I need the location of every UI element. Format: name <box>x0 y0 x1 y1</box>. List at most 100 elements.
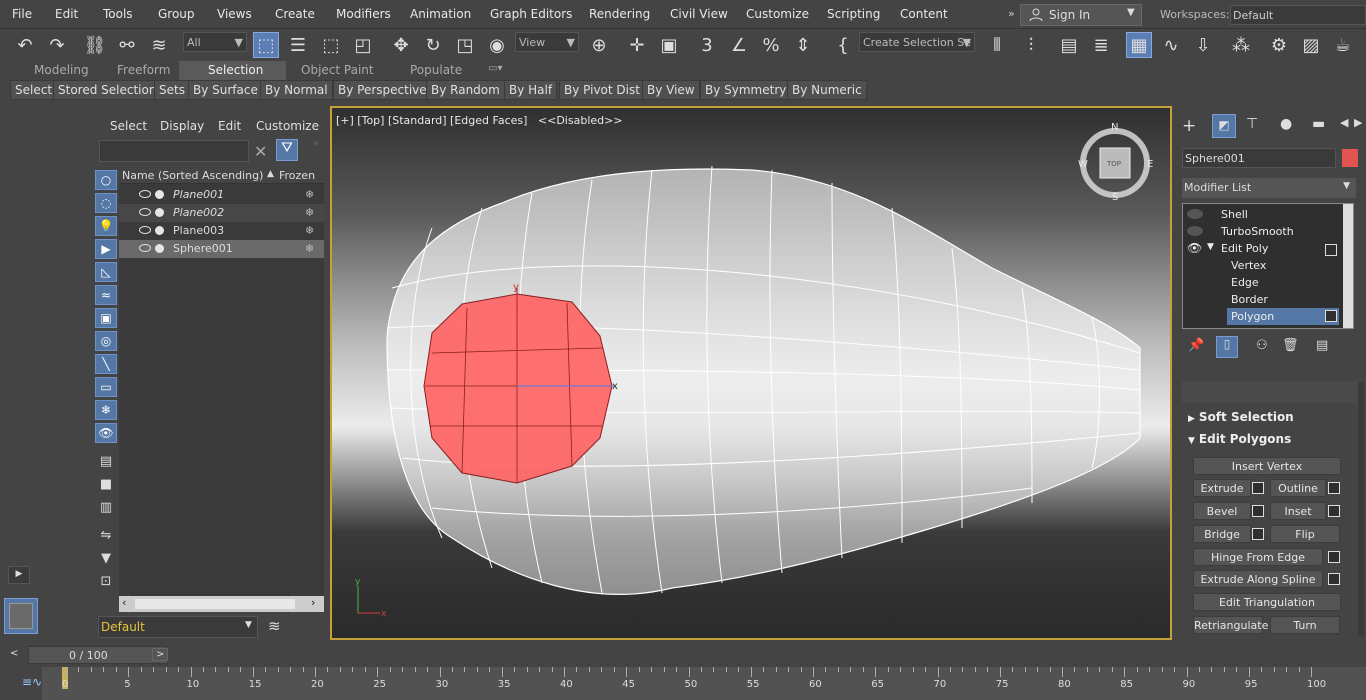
bind-space-warp-icon[interactable]: ≋ <box>146 32 172 58</box>
freeze-icon[interactable]: ❄ <box>305 188 314 201</box>
horizontal-scrollbar[interactable]: ‹ › <box>119 596 324 612</box>
viewport-layout-icon[interactable] <box>4 598 38 634</box>
rect-selection-icon[interactable]: ⬚ <box>318 32 344 58</box>
menu-animation[interactable]: Animation <box>410 7 471 21</box>
panel-scroll-right-icon[interactable]: ▶ <box>1354 116 1362 129</box>
sync-selection-icon[interactable]: ⇋ <box>95 525 117 545</box>
display-tab-icon[interactable]: ▬ <box>1312 116 1325 132</box>
render-frame-icon[interactable]: ▨ <box>1298 32 1324 58</box>
display-bones-icon[interactable]: ╲ <box>95 354 117 374</box>
visibility-eye-icon[interactable] <box>139 226 151 234</box>
select-object-icon[interactable]: ⬚ <box>253 32 279 58</box>
curve-editor-icon[interactable]: ∿ <box>1158 32 1184 58</box>
hinge-settings-icon[interactable] <box>1328 551 1340 563</box>
scrollbar-thumb[interactable] <box>135 599 295 609</box>
object-name-field[interactable]: Sphere001 <box>1182 148 1336 168</box>
menu-graph-editors[interactable]: Graph Editors <box>490 7 572 21</box>
layer-dropdown[interactable]: Default <box>98 616 258 638</box>
viewport-top[interactable]: y x TOP N S E W y x [+] [Top] [Standard]… <box>330 106 1172 640</box>
filter-funnel-icon[interactable]: ▼ <box>95 548 117 568</box>
extrude-button[interactable]: Extrude <box>1193 479 1251 497</box>
bevel-button[interactable]: Bevel <box>1193 502 1251 520</box>
panel-scroll-left-icon[interactable]: ◀ <box>1340 116 1348 129</box>
stack-item-polygon[interactable]: Polygon <box>1231 310 1274 323</box>
stack-item-edit-poly[interactable]: Edit Poly <box>1221 242 1268 255</box>
scene-tab-customize[interactable]: Customize <box>256 119 319 133</box>
stack-item-shell[interactable]: Shell <box>1221 208 1248 221</box>
scene-row-sphere001[interactable]: Sphere001 ❄ <box>119 240 324 258</box>
curve-editor-mini-icon[interactable]: ≡∿ <box>22 675 42 689</box>
scene-tab-display[interactable]: Display <box>160 119 204 133</box>
render-dot-icon[interactable] <box>155 190 164 199</box>
column-name-header[interactable]: Name (Sorted Ascending) <box>122 169 263 182</box>
display-none-icon[interactable]: ■ <box>95 474 117 494</box>
panel-collapse-icon[interactable]: » <box>313 138 319 149</box>
tab-modeling[interactable]: Modeling <box>34 63 89 77</box>
move-icon[interactable]: ✥ <box>388 32 414 58</box>
scale-icon[interactable]: ◳ <box>452 32 478 58</box>
display-containers-icon[interactable]: ▭ <box>95 377 117 397</box>
unlink-icon[interactable]: ⚯ <box>114 32 140 58</box>
freeze-icon[interactable]: ❄ <box>305 206 314 219</box>
render-dot-icon[interactable] <box>155 226 164 235</box>
time-slider-right-icon[interactable]: > <box>152 648 169 661</box>
expand-triangle-icon[interactable]: ▼ <box>1207 242 1214 252</box>
inset-settings-icon[interactable] <box>1328 505 1340 517</box>
layer-explorer-icon[interactable]: ≣ <box>1088 32 1114 58</box>
clear-search-icon[interactable]: ✕ <box>254 142 267 161</box>
snaps-toggle-icon[interactable]: 3 <box>694 32 720 58</box>
undo-icon[interactable]: ↶ <box>12 32 38 58</box>
scene-tab-edit[interactable]: Edit <box>218 119 241 133</box>
menu-content[interactable]: Content <box>900 7 948 21</box>
inset-button[interactable]: Inset <box>1270 502 1326 520</box>
schematic-view-icon[interactable]: ⁂ <box>1228 32 1254 58</box>
display-hidden-icon[interactable]: 👁 <box>95 423 117 443</box>
select-manipulate-icon[interactable]: ✛ <box>624 32 650 58</box>
select-by-name-icon[interactable]: ☰ <box>285 32 311 58</box>
menu-rendering[interactable]: Rendering <box>589 7 650 21</box>
menu-file[interactable]: File <box>12 7 32 21</box>
placement-icon[interactable]: ◉ <box>484 32 510 58</box>
make-unique-icon[interactable]: ⚇ <box>1256 338 1268 353</box>
named-selection-set-dropdown[interactable]: Create Selection Se ▼ <box>859 32 975 52</box>
keyboard-shortcut-icon[interactable]: ▣ <box>656 32 682 58</box>
menu-create[interactable]: Create <box>275 7 315 21</box>
stack-item-turbosmooth[interactable]: TurboSmooth <box>1221 225 1294 238</box>
turbosmooth-toggle-icon[interactable] <box>1187 226 1203 236</box>
panel-scrollbar[interactable] <box>1358 382 1364 636</box>
layer-toolbar-icon[interactable]: ⊡ <box>95 571 117 591</box>
ribbon-by-numeric-button[interactable]: By Numeric <box>787 80 867 100</box>
time-slider-left-icon[interactable]: < <box>10 648 18 659</box>
display-cameras-icon[interactable]: ▶ <box>95 239 117 259</box>
extrude-spline-settings-icon[interactable] <box>1328 573 1340 585</box>
scroll-left-icon[interactable]: ‹ <box>122 596 126 609</box>
scene-tab-select[interactable]: Select <box>110 119 147 133</box>
modify-tab-icon[interactable]: ◩ <box>1212 114 1236 138</box>
redo-icon[interactable]: ↷ <box>44 32 70 58</box>
track-bar[interactable]: 0 5 10 15 20 25 30 35 40 45 50 55 60 65 70 75 80 85 90 95 10… <box>42 667 1366 700</box>
insert-vertex-button[interactable]: Insert Vertex <box>1193 457 1341 475</box>
dope-sheet-icon[interactable]: ⇩ <box>1190 32 1216 58</box>
reference-coord-dropdown[interactable]: View ▼ <box>515 32 579 52</box>
stack-item-vertex[interactable]: Vertex <box>1231 259 1266 272</box>
display-all-icon[interactable]: ▤ <box>95 451 117 471</box>
scene-row-plane003[interactable]: Plane003 ❄ <box>119 222 324 240</box>
display-xrefs-icon[interactable]: ◎ <box>95 331 117 351</box>
render-setup-icon[interactable]: ⚙ <box>1266 32 1292 58</box>
filter-icon[interactable]: ⛛ <box>276 139 298 161</box>
menu-scripting[interactable]: Scripting <box>827 7 880 21</box>
tab-selection[interactable]: Selection <box>208 63 263 77</box>
layers-stack-icon[interactable]: ≋ <box>268 617 281 635</box>
ribbon-by-surface-button[interactable]: By Surface <box>188 80 263 100</box>
menu-civil-view[interactable]: Civil View <box>670 7 728 21</box>
ribbon-select-button[interactable]: Select <box>10 80 58 100</box>
tab-object-paint[interactable]: Object Paint <box>301 63 374 77</box>
create-tab-icon[interactable]: + <box>1182 116 1196 136</box>
retriangulate-button[interactable]: Retriangulate <box>1193 616 1268 634</box>
bridge-settings-icon[interactable] <box>1252 528 1264 540</box>
ribbon-by-pivot-dist-button[interactable]: By Pivot Dist <box>559 80 645 100</box>
modifier-list-dropdown[interactable]: Modifier List ▼ <box>1182 178 1356 198</box>
display-frozen-icon[interactable]: ❄ <box>95 400 117 420</box>
angle-snap-icon[interactable]: ∠ <box>726 32 752 58</box>
hierarchy-tab-icon[interactable]: ⊤ <box>1246 116 1258 132</box>
